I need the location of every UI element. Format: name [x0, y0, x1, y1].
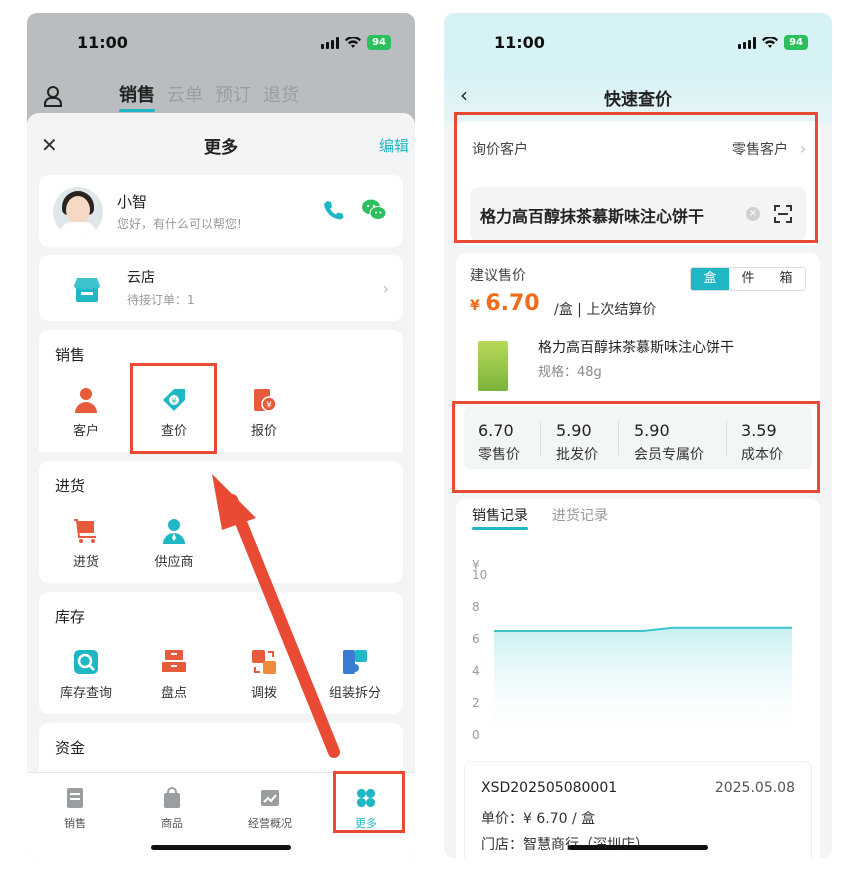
wifi-icon [345, 36, 362, 48]
stocktake-item[interactable]: 盘点 [139, 648, 209, 701]
quote-icon: ¥ [254, 389, 277, 412]
transfer-item[interactable]: 调拨 [229, 648, 299, 701]
purchase-section: 进货 进货 供应商 [39, 461, 403, 583]
avatar [53, 187, 103, 237]
stocktake-icon [162, 650, 186, 672]
highlight-box-price-check [130, 363, 217, 454]
highlight-box-prices [452, 401, 820, 493]
y-tick-label: 4 [472, 664, 480, 678]
bottom-nav: 销售 商品 经营概况 更多 [27, 771, 415, 858]
section-title: 库存 [55, 608, 86, 626]
section-title: 进货 [55, 477, 86, 495]
assistant-card[interactable]: 小智 您好，有什么可以帮您! [39, 175, 403, 247]
wifi-icon [762, 36, 779, 48]
status-time: 11:00 [77, 33, 128, 52]
cloud-store-card[interactable]: 云店 待接订单：1 › [39, 255, 403, 321]
chart-icon [261, 790, 279, 806]
y-tick-label: 0 [472, 728, 480, 741]
pending-orders: 待接订单：1 [127, 293, 195, 307]
signal-icon [738, 36, 757, 49]
store-icon [74, 278, 100, 302]
sales-section: 销售 客户 ¥ 查价 ¥ 报价 [39, 330, 403, 452]
y-tick-label: 8 [472, 600, 480, 614]
highlight-box-search [454, 112, 818, 243]
order-tabs: 销售 云单 预订 退货 [119, 81, 299, 112]
assistant-greeting: 您好，有什么可以帮您! [117, 217, 242, 231]
quote-item[interactable]: ¥ 报价 [229, 386, 299, 439]
sales-record-item[interactable]: XSD202505080001 2025.05.08 单价：¥ 6.70 / 盒… [464, 761, 812, 858]
assembly-item[interactable]: 组装拆分 [320, 648, 390, 701]
battery-icon: 94 [784, 35, 808, 50]
highlight-box-more [333, 771, 405, 833]
supplier-icon [163, 519, 185, 544]
nav-sales[interactable]: 销售 [45, 787, 105, 831]
product-image [478, 341, 508, 391]
y-tick-label: 6 [472, 632, 480, 646]
suggested-price: ¥ 6.70 [470, 291, 540, 316]
status-bar: 11:00 94 [444, 13, 832, 71]
suggest-label: 建议售价 [470, 268, 526, 284]
inventory-section: 库存 库存查询 盘点 调拨 组装拆分 [39, 592, 403, 714]
supplier-item[interactable]: 供应商 [139, 517, 209, 570]
nav-overview[interactable]: 经营概况 [240, 787, 300, 831]
tab-sales-record[interactable]: 销售记录 [472, 505, 528, 530]
purchase-item[interactable]: 进货 [51, 517, 121, 570]
y-tick-label: 2 [472, 696, 480, 710]
wechat-icon[interactable] [361, 197, 387, 223]
price-history-chart: ¥0246810 [472, 558, 792, 741]
section-title: 销售 [55, 346, 86, 364]
status-bar: 11:00 94 [27, 13, 415, 71]
document-icon [67, 788, 83, 808]
series-area [494, 627, 792, 735]
top-nav: 销售 云单 预订 退货 [27, 79, 415, 115]
assistant-name: 小智 [117, 193, 148, 211]
customer-item[interactable]: 客户 [51, 386, 121, 439]
unit-case[interactable]: 箱 [767, 268, 805, 290]
record-date: 2025.05.08 [714, 780, 795, 796]
stock-search-icon [74, 650, 98, 674]
tab-sales[interactable]: 销售 [119, 81, 155, 112]
tab-return[interactable]: 退货 [263, 81, 299, 107]
status-time: 11:00 [494, 33, 545, 52]
puzzle-icon [343, 650, 367, 674]
sheet-title: 更多 [204, 138, 238, 158]
more-sheet: ✕ 更多 编辑 小智 您好，有什么可以帮您! 云店 待接订单：1 › 销售 客户… [27, 113, 415, 858]
signal-icon [321, 36, 340, 49]
transfer-icon [252, 650, 276, 674]
stock-query-item[interactable]: 库存查询 [51, 648, 121, 701]
cart-icon [74, 519, 96, 543]
home-indicator [568, 845, 708, 850]
tab-purchase-record[interactable]: 进货记录 [552, 505, 608, 525]
product-name: 格力高百醇抹茶慕斯味注心饼干 [538, 340, 734, 356]
unit-box[interactable]: 盒 [691, 268, 729, 290]
page-title: 快速查价 [604, 90, 672, 110]
right-phone-screen: 11:00 94 ‹ 快速查价 询价客户 零售客户 › 格力高百醇抹茶慕斯味注心… [444, 13, 832, 858]
y-tick-label: 10 [472, 568, 487, 582]
edit-button[interactable]: 编辑 [379, 135, 409, 156]
user-icon[interactable] [43, 85, 63, 107]
customer-icon [75, 388, 97, 413]
svg-text:¥: ¥ [266, 401, 272, 411]
left-phone-screen: 11:00 94 销售 云单 预订 退货 ✕ 更多 编辑 小智 您好，有什么可以… [27, 13, 415, 858]
record-store: 门店：智慧商行（深圳店） [481, 837, 649, 853]
record-unit-price: 单价：¥ 6.70 / 盒 [481, 811, 596, 827]
cloud-store-title: 云店 [127, 270, 155, 286]
bag-icon [164, 787, 180, 808]
price-unit-note: /盒 | 上次结算价 [554, 302, 657, 318]
nav-goods[interactable]: 商品 [142, 787, 202, 831]
product-spec: 规格：48g [538, 365, 602, 380]
battery-icon: 94 [367, 35, 391, 50]
record-id: XSD202505080001 [481, 780, 618, 796]
record-tabs: 销售记录 进货记录 [472, 505, 608, 530]
phone-icon[interactable] [323, 199, 345, 221]
home-indicator [151, 845, 291, 850]
section-title: 资金 [55, 739, 86, 757]
tab-reservation[interactable]: 预订 [215, 81, 251, 107]
unit-piece[interactable]: 件 [729, 268, 767, 290]
tab-cloud-order[interactable]: 云单 [167, 81, 203, 107]
unit-selector: 盒 件 箱 [690, 267, 806, 291]
chevron-right-icon: › [382, 279, 389, 298]
